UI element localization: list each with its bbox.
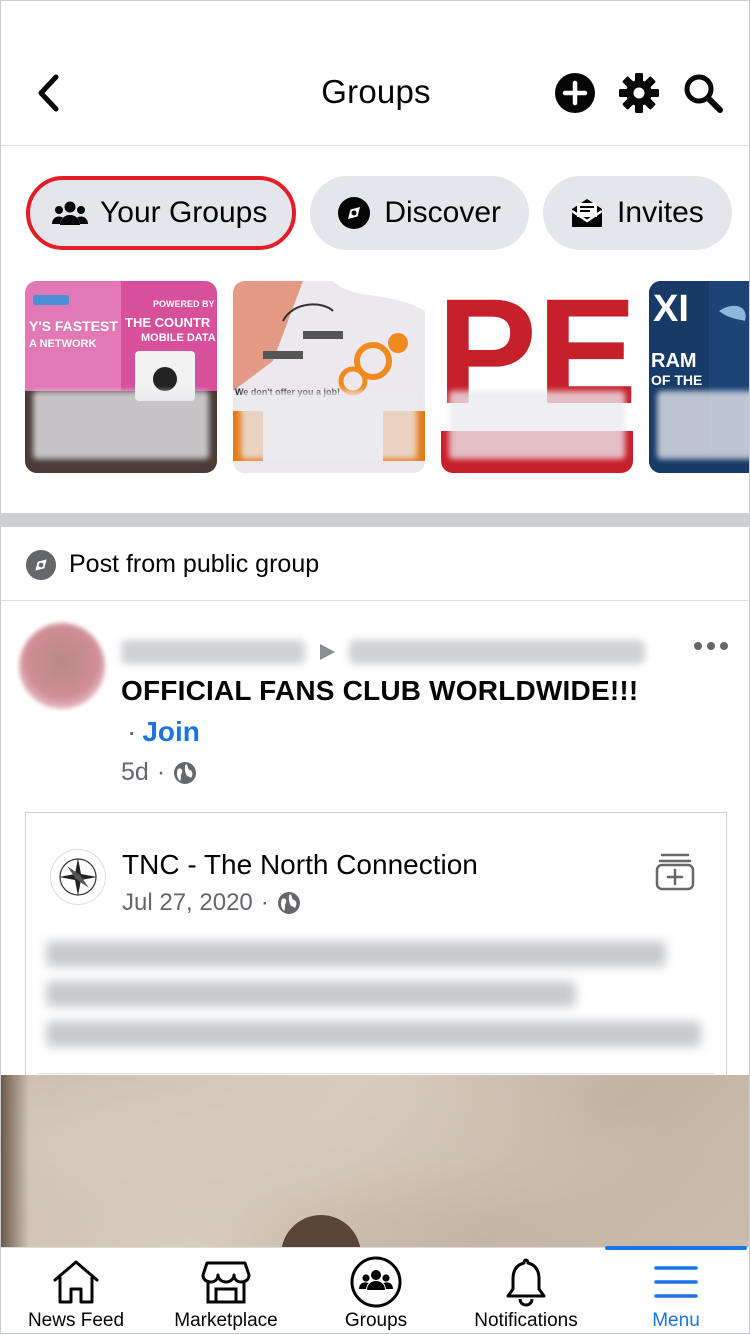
- group-thumbnail[interactable]: Y'S FASTEST A NETWORK POWERED BY THE COU…: [25, 281, 217, 473]
- svg-text:POWERED BY: POWERED BY: [153, 299, 215, 309]
- gear-icon: [619, 73, 659, 113]
- shared-page-title[interactable]: TNC - The North Connection: [122, 849, 478, 881]
- home-icon: [50, 1256, 102, 1308]
- tab-notifications[interactable]: Notifications: [451, 1248, 601, 1333]
- group-thumbnail[interactable]: We don't offer you a job!: [233, 281, 425, 473]
- group-thumbnail[interactable]: PE: [441, 281, 633, 473]
- svg-text:XI: XI: [653, 288, 689, 330]
- compass-icon: [25, 549, 57, 580]
- shared-post-date: Jul 27, 2020 ·: [122, 889, 301, 917]
- group-thumbnail[interactable]: XI RAM OF THE: [649, 281, 749, 473]
- post-join-line: · Join: [127, 716, 200, 747]
- compass-icon: [336, 195, 372, 231]
- tab-menu[interactable]: Menu: [601, 1246, 749, 1333]
- bottom-tab-bar: News Feed Marketplace Groups Notificatio…: [1, 1246, 749, 1333]
- svg-text:THE COUNTR: THE COUNTR: [125, 315, 211, 330]
- post-source-header: Post from public group: [1, 529, 749, 601]
- invites-label: Invites: [617, 196, 704, 229]
- group-add-icon: [655, 853, 695, 891]
- section-divider: [1, 513, 749, 527]
- tab-news-feed[interactable]: News Feed: [1, 1248, 151, 1333]
- post-author-line: [121, 637, 645, 667]
- svg-text:OF THE: OF THE: [651, 372, 702, 388]
- store-icon: [200, 1256, 252, 1308]
- post-group-title[interactable]: OFFICIAL FANS CLUB WORLDWIDE!!!: [121, 675, 638, 707]
- group-name-redacted[interactable]: [349, 640, 645, 664]
- invites-pill[interactable]: Invites: [543, 176, 732, 250]
- compass-rose-icon: [59, 858, 97, 896]
- plus-circle-icon: [555, 73, 595, 113]
- post-video[interactable]: [1, 1075, 749, 1247]
- group-filter-pills: Your Groups Discover Invites: [26, 176, 732, 250]
- groups-icon: [350, 1256, 402, 1308]
- discover-label: Discover: [384, 196, 502, 229]
- search-icon: [684, 74, 723, 113]
- shared-post-text-redacted: [46, 941, 706, 1061]
- bell-icon: [500, 1256, 552, 1308]
- tab-groups[interactable]: Groups: [301, 1248, 451, 1333]
- envelope-icon: [569, 195, 605, 231]
- tab-marketplace[interactable]: Marketplace: [151, 1248, 301, 1333]
- avatar[interactable]: [19, 623, 105, 709]
- globe-icon: [174, 761, 197, 784]
- svg-text:Y'S FASTEST: Y'S FASTEST: [29, 318, 118, 334]
- hamburger-icon: [650, 1256, 702, 1308]
- create-button[interactable]: [553, 71, 597, 115]
- your-groups-pill[interactable]: Your Groups: [26, 176, 297, 250]
- groups-screen: Groups Your Groups Discover Invites Y'S …: [0, 0, 750, 1334]
- group-thumbnails-row: Y'S FASTEST A NETWORK POWERED BY THE COU…: [25, 281, 749, 473]
- svg-text:A NETWORK: A NETWORK: [29, 338, 96, 350]
- discover-pill[interactable]: Discover: [310, 176, 530, 250]
- search-button[interactable]: [681, 71, 725, 115]
- author-name-redacted[interactable]: [121, 640, 305, 664]
- page-logo[interactable]: [50, 849, 106, 905]
- post-source-label: Post from public group: [69, 550, 320, 578]
- post-more-options-button[interactable]: [691, 631, 731, 661]
- globe-icon: [277, 892, 300, 914]
- people-icon: [52, 195, 88, 231]
- shared-post-card[interactable]: TNC - The North Connection Jul 27, 2020 …: [25, 812, 727, 1074]
- post-time: 5d: [121, 758, 149, 786]
- join-link[interactable]: Join: [142, 716, 200, 747]
- top-bar: Groups: [1, 1, 749, 146]
- arrow-right-icon: [320, 644, 335, 660]
- join-group-button[interactable]: [654, 849, 696, 891]
- settings-button[interactable]: [617, 71, 661, 115]
- svg-text:MOBILE DATA: MOBILE DATA: [141, 332, 216, 344]
- svg-text:RAM: RAM: [651, 350, 697, 372]
- post-meta: 5d ·: [121, 758, 197, 787]
- your-groups-label: Your Groups: [100, 196, 268, 229]
